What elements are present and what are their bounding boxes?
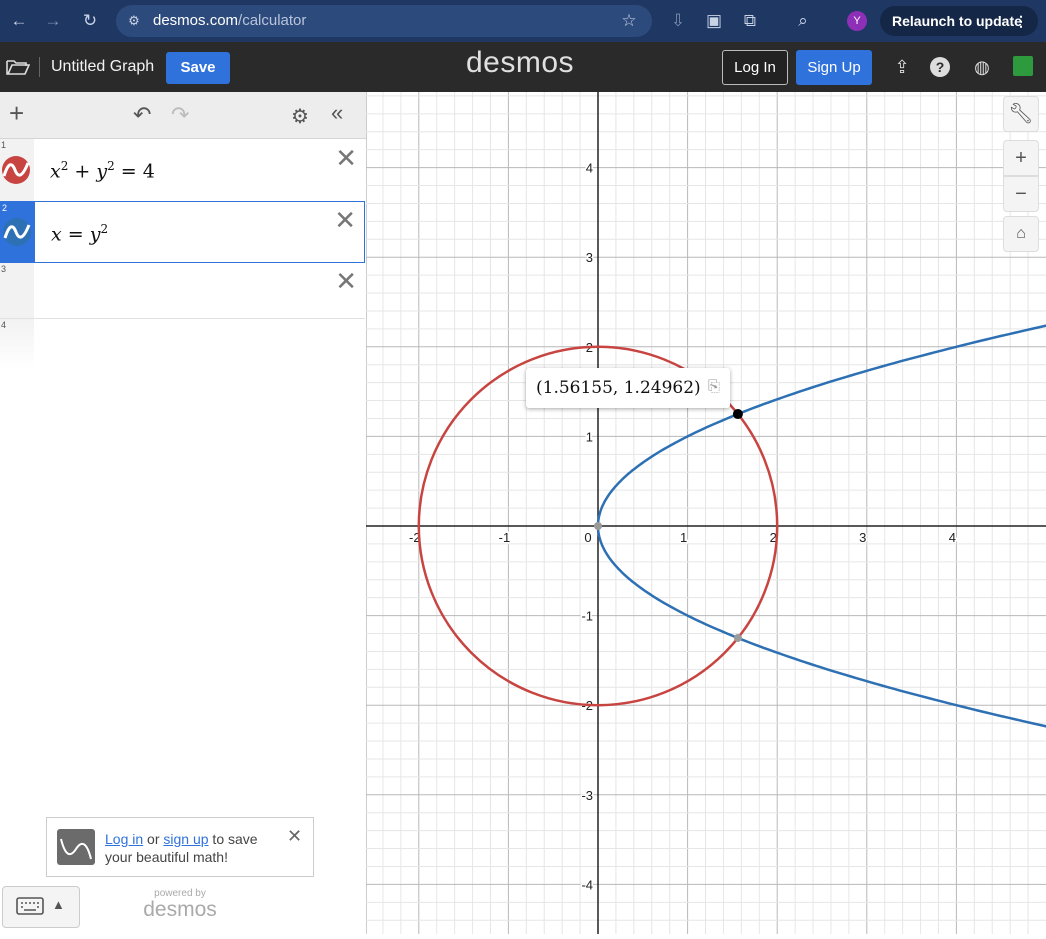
app-header: Untitled Graph Save desmos Log In Sign U… (0, 42, 1046, 92)
forward-arrow-icon[interactable]: → (42, 10, 64, 32)
extension-badge-icon[interactable]: ▣ (703, 10, 725, 32)
delete-expression-icon[interactable]: ✕ (335, 266, 357, 297)
expression-gutter: 3 (0, 263, 34, 318)
login-prompt-text: Log in or sign up to save your beautiful… (105, 831, 258, 865)
settings-gear-icon[interactable]: ⚙ (291, 104, 309, 129)
expression-latex[interactable]: x = y2 (51, 222, 108, 245)
relaunch-label: Relaunch to update (892, 13, 1022, 29)
x-tick-label: 1 (680, 530, 687, 545)
y-tick-label: 1 (586, 429, 593, 444)
graph-title[interactable]: Untitled Graph (51, 42, 154, 92)
keyboard-icon (16, 897, 44, 915)
zoom-out-button[interactable]: − (1003, 176, 1039, 212)
delete-expression-icon[interactable]: ✕ (334, 205, 356, 236)
signup-link[interactable]: sign up (163, 831, 208, 847)
signup-button[interactable]: Sign Up (796, 50, 872, 85)
undo-icon[interactable]: ↶ (133, 102, 151, 128)
expression-row-4[interactable]: 4 (0, 319, 365, 369)
copy-coordinate-icon[interactable]: ⎘ (708, 378, 720, 395)
expression-row-1[interactable]: 1 x2 + y2 = 4 ✕ (0, 139, 365, 202)
default-viewport-home-button[interactable]: ⌂ (1003, 216, 1039, 252)
y-tick-label: -1 (581, 609, 593, 624)
expression-gutter: 1 (0, 139, 34, 201)
expression-latex[interactable]: x2 + y2 = 4 (50, 159, 155, 182)
x-tick-label: 0 (584, 530, 591, 545)
expression-list-panel: + ↶ ↷ ⚙ « 1 x2 + y2 = 4 ✕ 2 x = y2 ✕ 3 ✕… (0, 92, 367, 934)
desmos-logo: desmos (466, 46, 575, 79)
tab-search-icon[interactable]: ⌕ (792, 10, 814, 32)
expression-gutter: 2 (1, 202, 35, 262)
relaunch-to-update-button[interactable]: Relaunch to update ⋮ (880, 6, 1038, 36)
expression-gutter: 4 (0, 319, 34, 369)
reload-icon[interactable]: ↻ (79, 10, 101, 32)
site-settings-icon[interactable]: ⚙ (123, 10, 145, 32)
desmos-graph-logo-icon (57, 829, 95, 865)
extensions-puzzle-icon[interactable]: ⧉ (739, 10, 761, 32)
graph-style-toggle-icon[interactable] (1, 155, 31, 185)
highlighted-intersection-point (732, 409, 743, 420)
bookmark-star-icon[interactable]: ☆ (618, 10, 640, 32)
expression-number: 1 (1, 140, 7, 150)
graph-paper[interactable]: -2 -1 0 1 2 3 4 4 3 2 1 -1 -2 -3 -4 (364, 92, 1046, 934)
y-tick-label: -3 (581, 788, 593, 803)
graph-plot[interactable]: -2 -1 0 1 2 3 44321-1-2-3-4 (364, 92, 1046, 934)
share-icon[interactable]: ⇪ (890, 55, 914, 79)
address-bar[interactable]: ⚙ desmos.com/calculator ☆ (116, 5, 652, 37)
expression-number: 3 (1, 264, 7, 274)
login-link[interactable]: Log in (105, 831, 143, 847)
url-text[interactable]: desmos.com/calculator (153, 5, 306, 37)
intersection-point (733, 633, 742, 642)
x-tick-label: -1 (499, 530, 511, 545)
y-tick-label: -4 (581, 877, 593, 892)
expression-number: 4 (1, 320, 7, 330)
header-divider (39, 57, 40, 77)
expression-number: 2 (2, 203, 8, 213)
profile-avatar[interactable]: Y (847, 11, 867, 31)
save-button[interactable]: Save (166, 52, 230, 84)
browser-toolbar: ← → ↻ ⚙ desmos.com/calculator ☆ ⇩ ▣ ⧉ ⌕ … (0, 0, 1046, 42)
x-tick-label: 4 (949, 530, 956, 545)
language-globe-icon[interactable]: ◍ (970, 55, 994, 79)
url-path: /calculator (238, 12, 307, 29)
redo-icon[interactable]: ↷ (171, 102, 189, 128)
y-tick-label: 3 (586, 250, 593, 265)
x-tick-label: 3 (859, 530, 866, 545)
powered-by-desmos: powered by desmos (140, 888, 220, 920)
back-arrow-icon[interactable]: ← (8, 10, 30, 32)
collapse-panel-icon[interactable]: « (331, 100, 343, 126)
coordinate-text: (1.56155, 1.24962) (536, 378, 701, 398)
y-tick-label: 4 (586, 161, 593, 176)
expression-toolbar: + ↶ ↷ ⚙ « (0, 92, 366, 139)
help-icon[interactable]: ? (930, 57, 950, 77)
graph-style-toggle-icon[interactable] (2, 217, 32, 247)
download-icon[interactable]: ⇩ (667, 10, 689, 32)
login-prompt: Log in or sign up to save your beautiful… (46, 817, 314, 877)
powered-by-logo: desmos (143, 898, 217, 921)
graph-settings-wrench-button[interactable]: 🔧︎ (1003, 96, 1039, 132)
expression-row-2[interactable]: 2 x = y2 ✕ (0, 201, 365, 263)
keypad-toggle-button[interactable]: ▲ (2, 886, 80, 928)
caret-up-icon: ▲ (52, 897, 65, 912)
close-prompt-icon[interactable]: ✕ (287, 826, 302, 847)
extension-graph-icon[interactable] (1013, 56, 1033, 76)
url-host: desmos.com (153, 12, 239, 29)
menu-dots-icon: ⋮ (1014, 13, 1028, 29)
login-button[interactable]: Log In (722, 50, 788, 85)
zoom-in-button[interactable]: + (1003, 140, 1039, 176)
point-coordinate-label[interactable]: (1.56155, 1.24962) ⎘ (526, 368, 730, 408)
expression-row-3[interactable]: 3 ✕ (0, 263, 365, 319)
add-item-plus-icon[interactable]: + (9, 98, 24, 129)
folder-open-icon[interactable] (6, 58, 30, 76)
intersection-point (594, 522, 602, 530)
delete-expression-icon[interactable]: ✕ (335, 143, 357, 174)
